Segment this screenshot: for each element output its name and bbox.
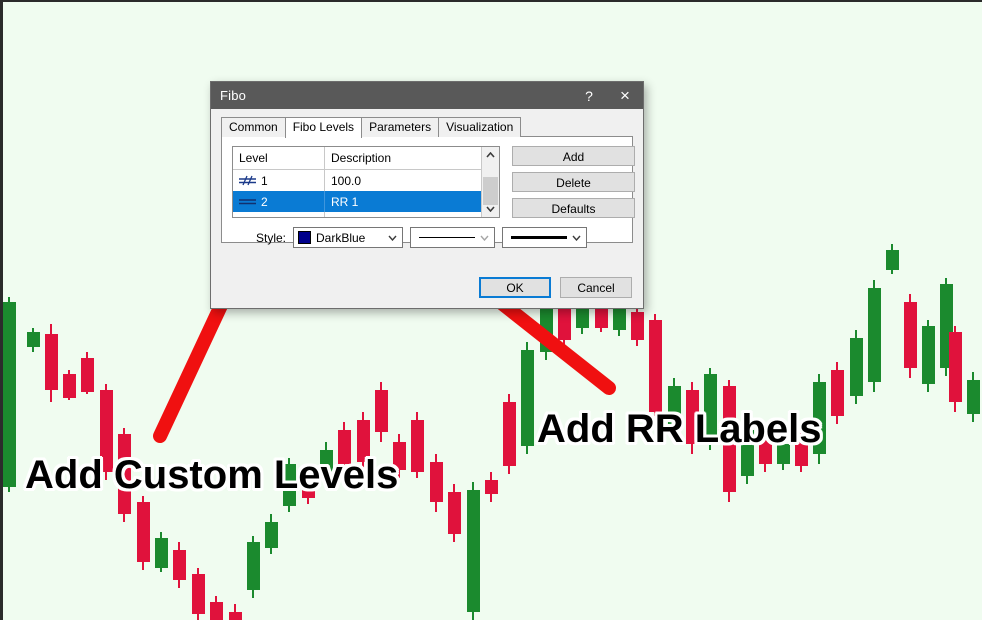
screenshot-root: Add Custom Levels Add RR Labels Fibo ? ×… [0, 0, 982, 620]
column-header-level[interactable]: Level [233, 147, 325, 169]
style-label: Style: [255, 230, 286, 245]
color-swatch [298, 231, 311, 244]
candle-body [429, 462, 443, 502]
candle-body [44, 334, 58, 390]
dialog-tabs: Common Fibo Levels Parameters Visualizat… [221, 117, 643, 138]
fibo-dialog: Fibo ? × Common Fibo Levels Parameters V… [210, 81, 644, 309]
candle-body [154, 538, 168, 568]
dialog-title: Fibo [220, 88, 247, 103]
chevron-down-icon[interactable] [384, 228, 400, 247]
candle-body [447, 492, 461, 534]
tab-fibo-levels[interactable]: Fibo Levels [284, 117, 363, 138]
help-icon[interactable]: ? [571, 82, 607, 109]
candle-body [630, 312, 644, 340]
candle-body [62, 374, 76, 398]
candle-body [867, 288, 881, 382]
defaults-button[interactable]: Defaults [512, 198, 635, 218]
candle-body [948, 332, 962, 402]
candle-body [26, 332, 40, 347]
levels-list-scrollbar[interactable] [481, 147, 499, 217]
candle-body [520, 350, 534, 446]
dialog-footer: OK Cancel [479, 277, 632, 298]
candle-body [539, 308, 553, 352]
candle-body [502, 402, 516, 466]
chevron-down-icon[interactable] [476, 228, 492, 247]
level-value: 1 [261, 173, 268, 188]
table-row[interactable]: 2 RR 1 [233, 191, 481, 212]
candle-body [648, 320, 662, 412]
level-value: 2 [261, 194, 268, 209]
tab-visualization[interactable]: Visualization [438, 117, 522, 137]
scrollbar-thumb[interactable] [483, 177, 498, 205]
level-line-style-icon [239, 175, 256, 186]
annotation-add-rr-labels: Add RR Labels [537, 407, 822, 451]
level-cell: 1 [233, 170, 325, 191]
candle-body [594, 308, 608, 328]
annotation-add-custom-levels: Add Custom Levels [25, 453, 399, 497]
candle-body [374, 390, 388, 432]
chevron-down-icon[interactable] [568, 228, 584, 247]
candle-body [136, 502, 150, 562]
line-width-dropdown[interactable] [410, 227, 495, 248]
close-icon[interactable]: × [607, 82, 643, 109]
candle-body [246, 542, 260, 590]
tab-common[interactable]: Common [221, 117, 286, 137]
candle-body [228, 612, 242, 620]
ok-button[interactable]: OK [479, 277, 551, 298]
candle-body [484, 480, 498, 494]
fibo-levels-panel: Level Description 1 100.0 2 RR 1 Add Del… [221, 137, 635, 248]
style-row: Style: DarkBlue [232, 227, 624, 248]
color-value: DarkBlue [316, 230, 366, 245]
candle-body [903, 302, 917, 368]
description-value[interactable]: RR 1 [325, 195, 481, 209]
candle-body [80, 358, 94, 392]
levels-action-buttons: Add Delete Defaults [512, 146, 635, 224]
scroll-up-icon[interactable] [482, 147, 499, 163]
cancel-button[interactable]: Cancel [560, 277, 632, 298]
color-dropdown[interactable]: DarkBlue [293, 227, 403, 248]
candle-body [921, 326, 935, 384]
description-value[interactable]: 100.0 [325, 174, 481, 188]
thin-line-preview-icon [419, 237, 475, 238]
table-row[interactable]: 1 100.0 [233, 170, 481, 191]
candle-body [264, 522, 278, 548]
candle-body [830, 370, 844, 416]
add-button[interactable]: Add [512, 146, 635, 166]
line-style-dropdown[interactable] [502, 227, 587, 248]
candle-body [191, 574, 205, 614]
candle-body [410, 420, 424, 472]
description-value[interactable]: RR 2 [325, 216, 481, 218]
levels-list-header: Level Description [233, 147, 481, 170]
thick-line-preview-icon [511, 236, 567, 239]
candle-body [966, 380, 980, 414]
scrollbar-track[interactable] [482, 163, 499, 205]
candle-body [172, 550, 186, 580]
candle-body [849, 338, 863, 396]
table-row[interactable]: 3 RR 2 [233, 212, 481, 217]
column-header-description[interactable]: Description [325, 151, 481, 165]
level-value: 3 [261, 216, 268, 218]
candle-body [3, 302, 16, 487]
level-cell: 2 [233, 191, 325, 212]
level-line-style-icon [239, 196, 256, 207]
tab-parameters[interactable]: Parameters [361, 117, 440, 137]
delete-button[interactable]: Delete [512, 172, 635, 192]
candle-body [466, 490, 480, 612]
levels-list-body: Level Description 1 100.0 2 RR 1 [233, 147, 481, 217]
levels-list[interactable]: Level Description 1 100.0 2 RR 1 [232, 146, 500, 218]
level-cell: 3 [233, 212, 325, 217]
candle-body [209, 602, 223, 620]
dialog-titlebar: Fibo ? × [211, 82, 643, 109]
candle-body [885, 250, 899, 270]
